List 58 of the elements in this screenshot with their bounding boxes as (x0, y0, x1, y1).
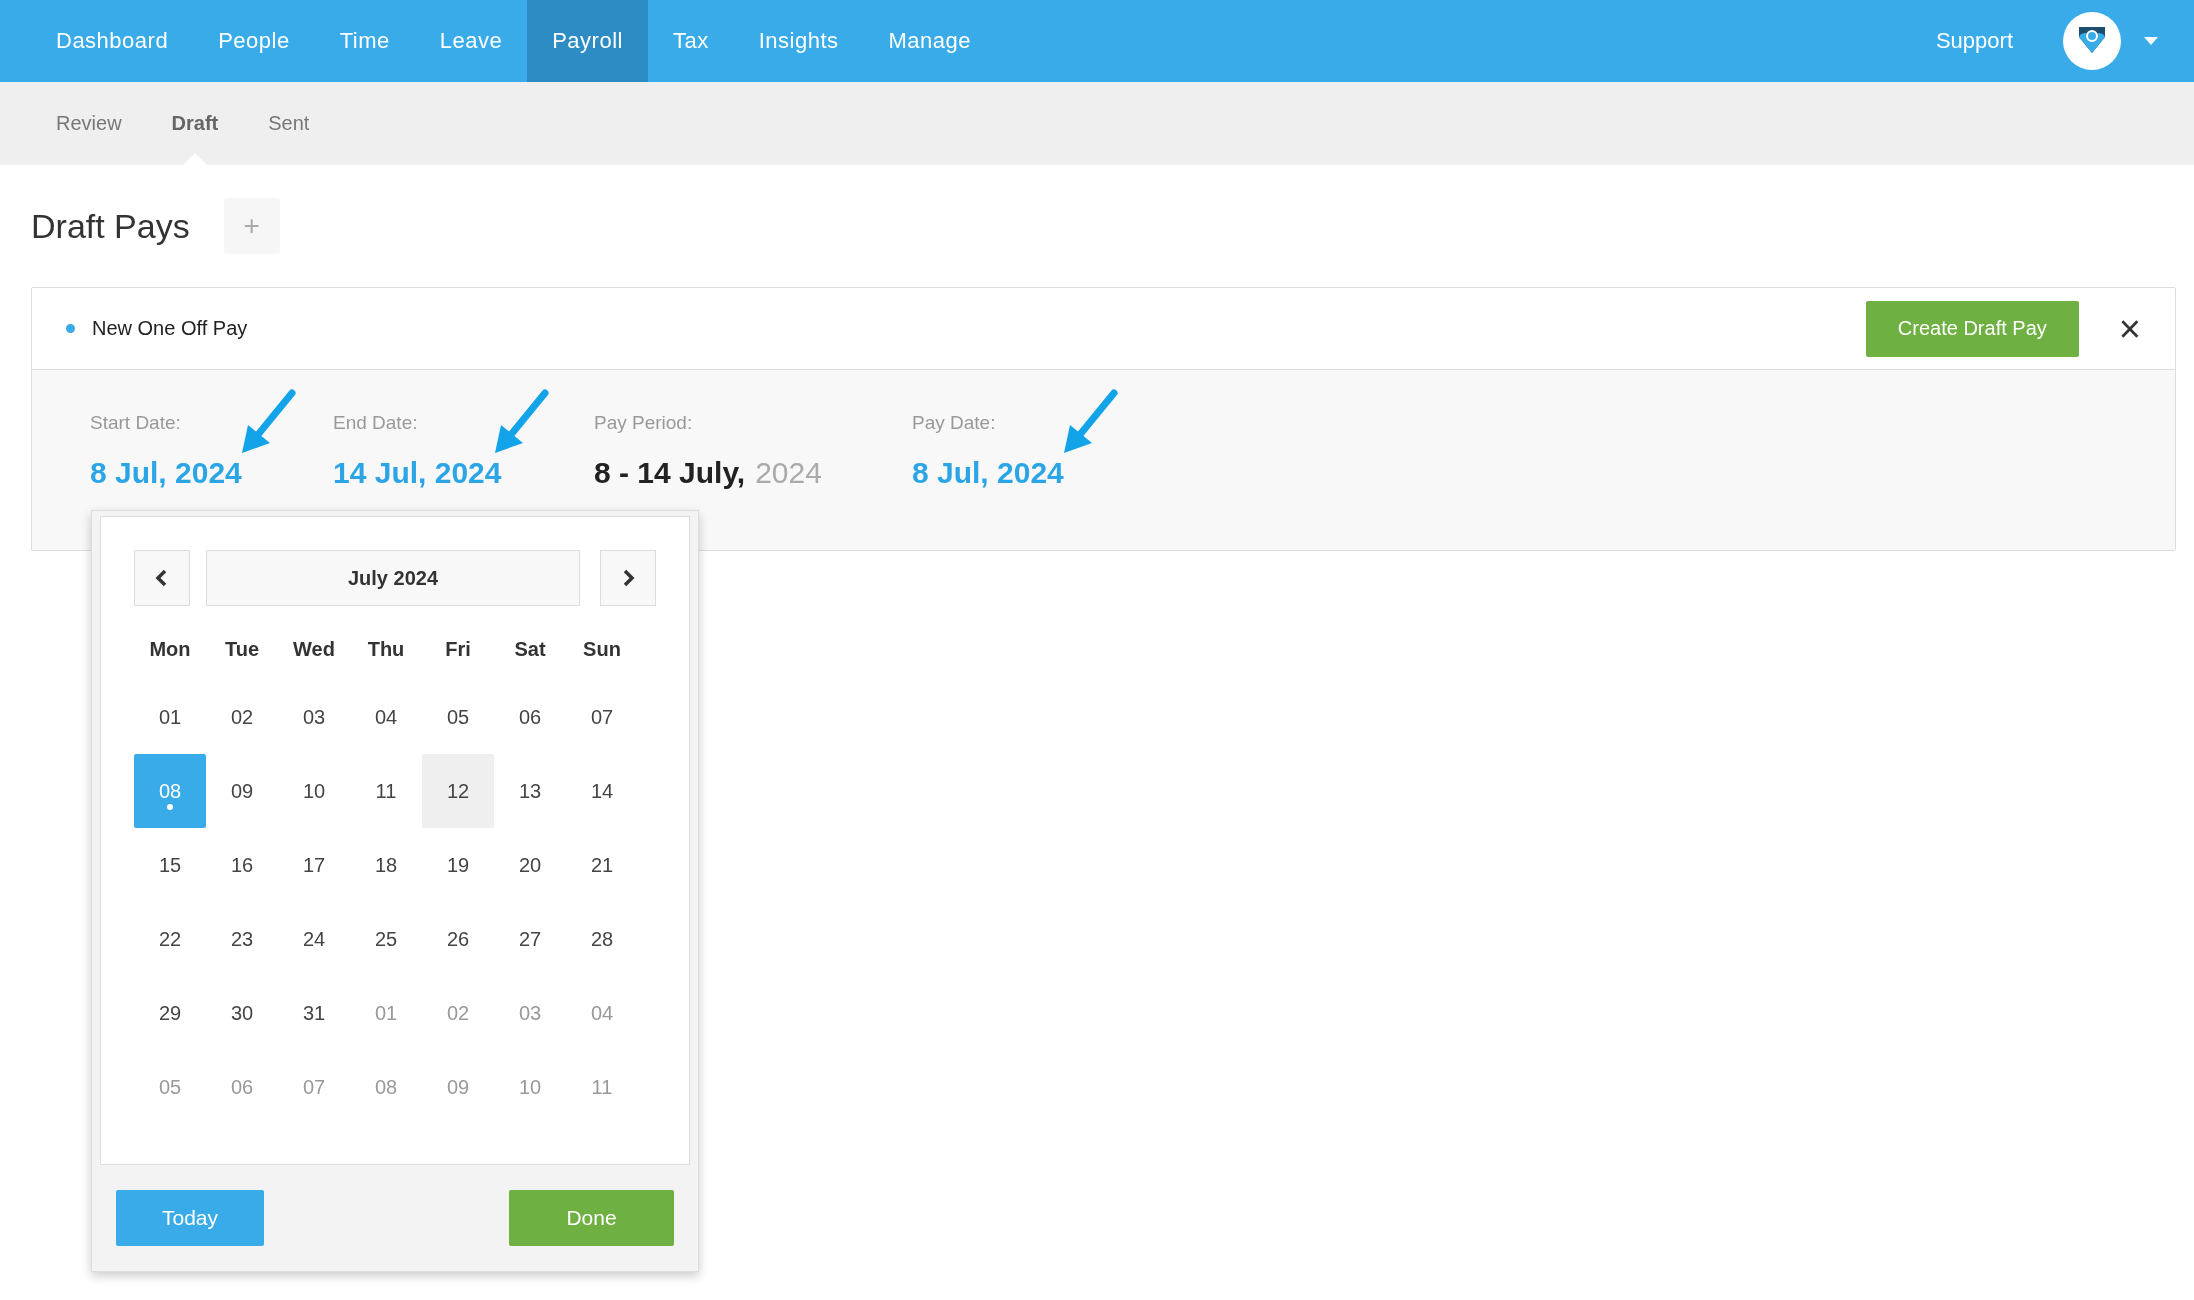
weekday-label: Fri (444, 638, 472, 662)
day-cell[interactable]: 06 (494, 680, 566, 754)
day-cell[interactable]: 01 (134, 680, 206, 754)
card-title: New One Off Pay (92, 317, 249, 340)
pay-period-value: 8 - 14 July, (594, 456, 746, 490)
chevron-right-icon (621, 569, 635, 587)
day-cell[interactable]: 07 (566, 680, 638, 754)
day-cell[interactable]: 21 (566, 828, 638, 902)
day-cell[interactable]: 28 (566, 902, 638, 976)
day-cell[interactable]: 11 (350, 754, 422, 828)
weekday-label: Sat (513, 638, 547, 662)
day-cell[interactable]: 26 (422, 902, 494, 976)
day-cell[interactable]: 18 (350, 828, 422, 902)
day-cell[interactable]: 16 (206, 828, 278, 902)
nav-tab[interactable]: Payroll (527, 0, 648, 82)
day-cell[interactable]: 03 (278, 680, 350, 754)
weekday-label: Thu (366, 638, 406, 662)
day-cell[interactable]: 14 (566, 754, 638, 828)
field-label: Start Date: (90, 412, 182, 434)
day-cell[interactable]: 15 (134, 828, 206, 902)
weekday-label: Tue (223, 638, 261, 662)
status-dot-icon (66, 324, 75, 333)
day-cell[interactable]: 09 (206, 754, 278, 828)
day-cell[interactable]: 31 (278, 976, 350, 1050)
day-cell[interactable]: 30 (206, 976, 278, 1050)
month-title-button[interactable]: July 2024 (206, 550, 580, 606)
day-cell[interactable]: 17 (278, 828, 350, 902)
day-cell[interactable]: 25 (350, 902, 422, 976)
day-cell[interactable]: 12 (422, 754, 494, 828)
close-button[interactable]: × (2112, 309, 2147, 348)
day-cell[interactable]: 20 (494, 828, 566, 902)
weekday-label: Wed (292, 638, 336, 662)
day-cell[interactable]: 27 (494, 902, 566, 976)
page-title: Draft Pays (31, 206, 190, 246)
day-cell[interactable]: 02 (206, 680, 278, 754)
day-cell[interactable]: 10 (278, 754, 350, 828)
account-avatar[interactable] (2063, 12, 2121, 70)
day-cell[interactable]: 23 (206, 902, 278, 976)
sub-tab[interactable]: Sent (268, 112, 310, 134)
weekday-label: Mon (148, 638, 192, 662)
day-cell[interactable]: 24 (278, 902, 350, 976)
day-cell[interactable]: 22 (134, 902, 206, 976)
pay-period-year: 2024 (755, 456, 822, 490)
field-label: Pay Period: (594, 412, 694, 434)
day-cell[interactable]: 29 (134, 976, 206, 1050)
weekday-label: Sun (582, 638, 622, 662)
caret-icon[interactable] (2144, 37, 2158, 45)
next-month-button[interactable] (600, 550, 656, 606)
sub-tab[interactable]: Review (56, 112, 122, 134)
sub-tab[interactable]: Draft (171, 112, 219, 134)
day-cell[interactable]: 04 (350, 680, 422, 754)
field-label: End Date: (333, 412, 419, 434)
day-cell[interactable]: 05 (422, 680, 494, 754)
previous-month-button[interactable] (134, 550, 190, 606)
chevron-left-icon (155, 569, 169, 587)
field-label: Pay Date: (912, 412, 997, 434)
day-cell[interactable]: 19 (422, 828, 494, 902)
day-cell[interactable]: 13 (494, 754, 566, 828)
